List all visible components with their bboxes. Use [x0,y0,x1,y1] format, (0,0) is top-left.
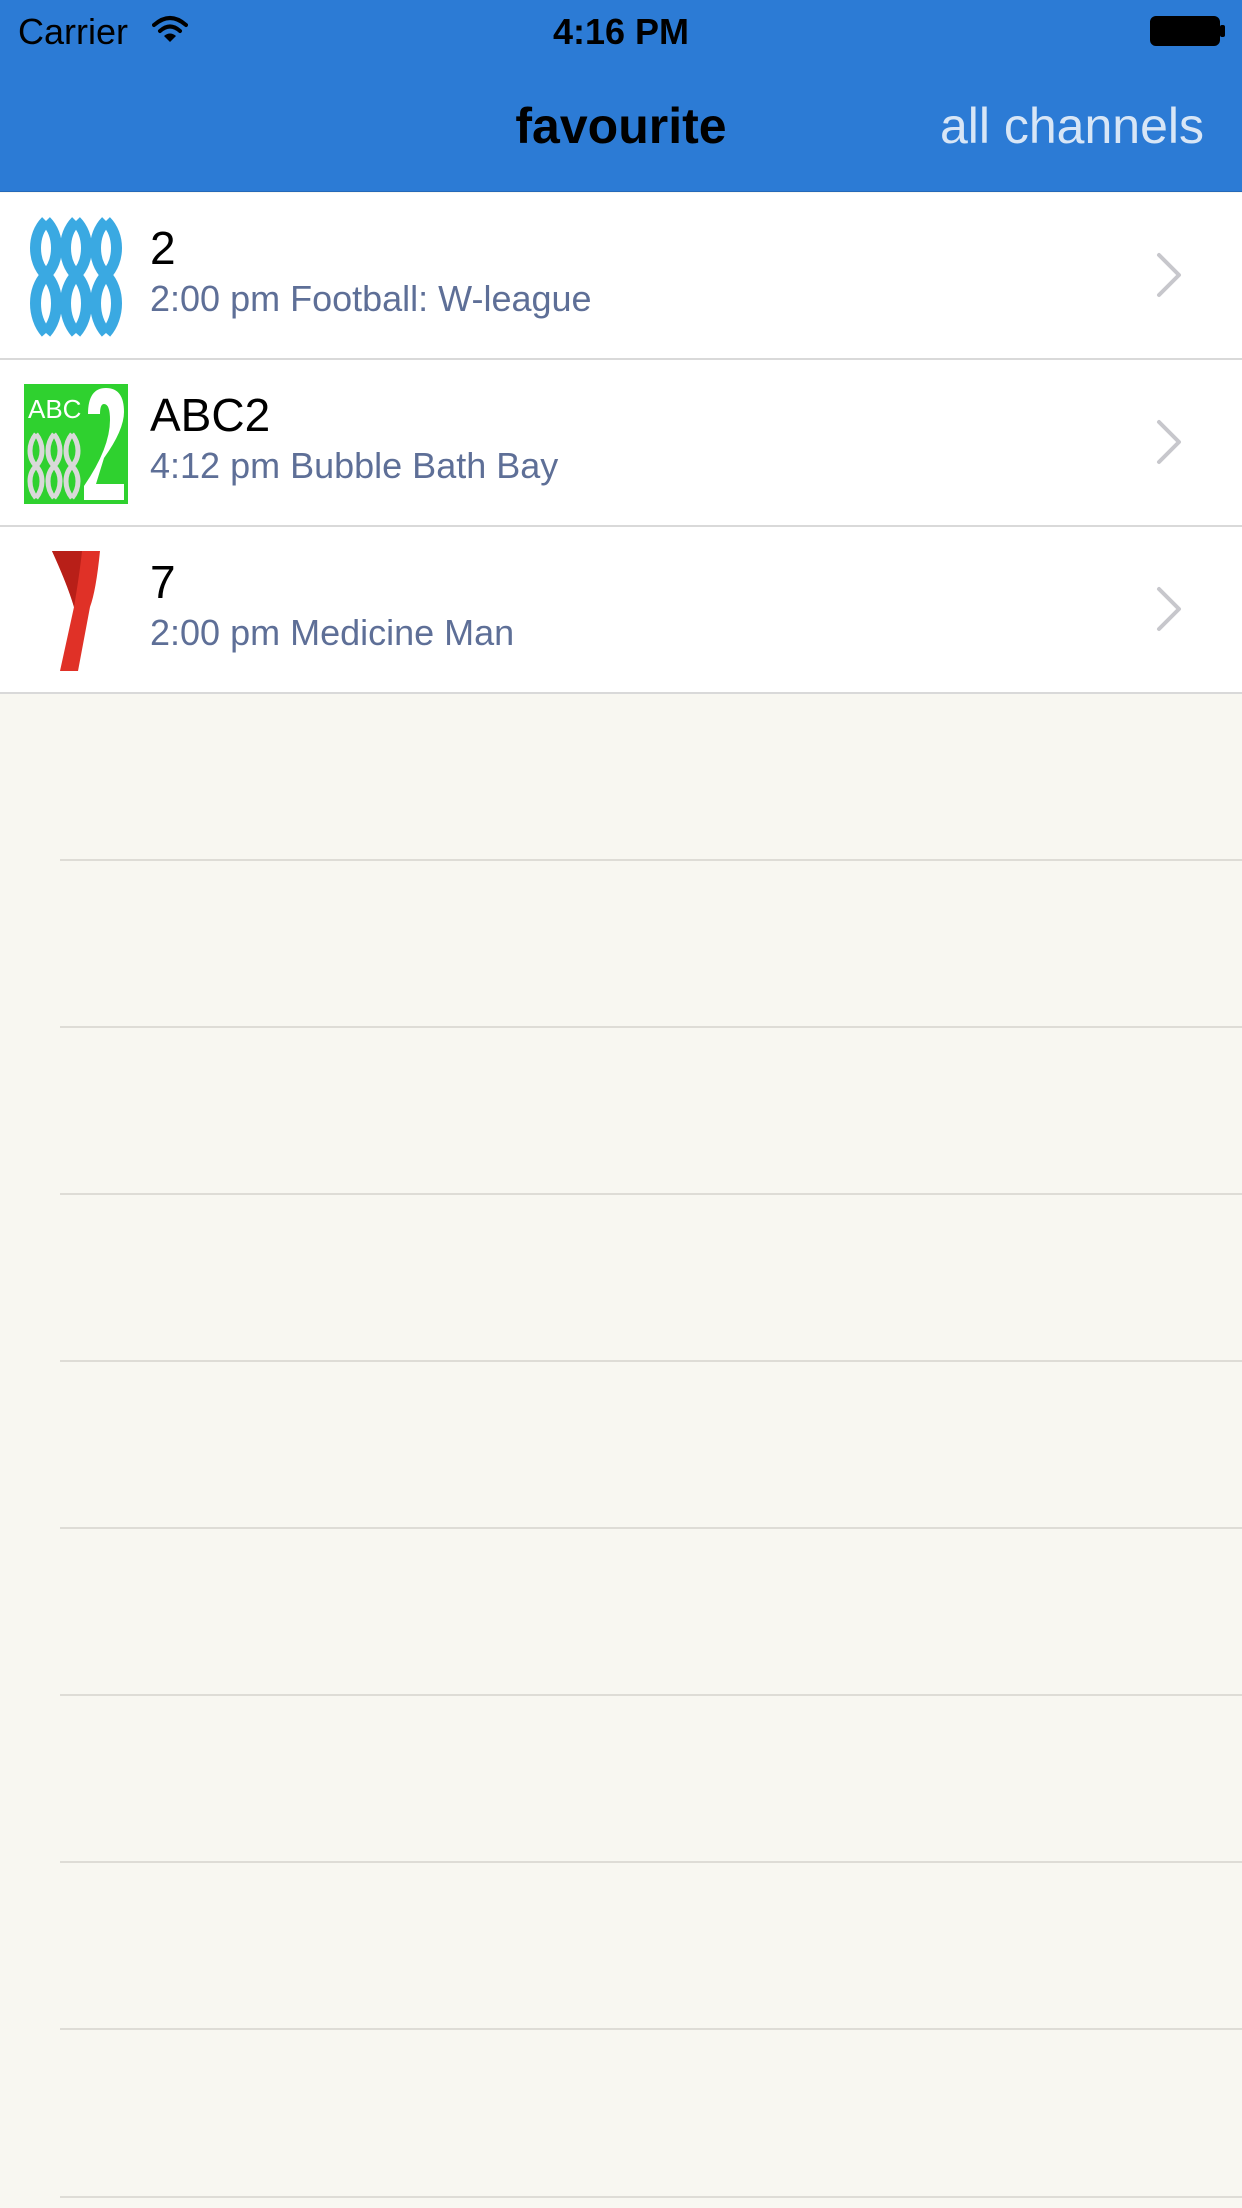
empty-row-separator [60,1193,1242,1195]
chevron-right-icon [1157,253,1181,297]
channel-row[interactable]: 7 2:00 pm Medicine Man [0,527,1242,694]
empty-row-separator [60,1026,1242,1028]
channel-row[interactable]: ABC ABC2 4:12 pm Bubble Bath Bay [0,360,1242,527]
channel-list: 2 2:00 pm Football: W-league ABC ABC2 4:… [0,193,1242,694]
empty-row-separator [60,1527,1242,1529]
channel-name: 2 [150,222,176,274]
channel-name: 7 [150,556,176,608]
empty-row-separator [60,859,1242,861]
channel-name: ABC2 [150,389,271,441]
navigation-bar: favourite all channels [0,62,1242,192]
header: Carrier 4:16 PM favourite all channels [0,0,1242,192]
battery-full-icon [1150,16,1225,46]
chevron-right-icon [1157,420,1181,464]
abc2-logo-icon: ABC [24,384,128,504]
app-screen: Carrier 4:16 PM favourite all channels 2… [0,0,1242,2208]
empty-row-separator [60,2028,1242,2030]
status-time: 4:16 PM [552,11,690,52]
empty-row-separator [60,2196,1242,2198]
empty-row-separator [60,1861,1242,1863]
status-bar: Carrier 4:16 PM [0,0,1242,62]
svg-text:ABC: ABC [28,394,81,424]
empty-row-separator [60,1694,1242,1696]
channel-program: 2:00 pm Football: W-league [150,278,592,319]
channel-program: 2:00 pm Medicine Man [150,612,515,653]
seven-logo-icon [52,551,100,671]
channel-program: 4:12 pm Bubble Bath Bay [150,445,559,486]
abc-logo-icon [30,217,122,337]
empty-row-separator [60,1360,1242,1362]
channel-row[interactable]: 2 2:00 pm Football: W-league [0,193,1242,360]
chevron-right-icon [1157,587,1181,631]
all-channels-button[interactable]: all channels [940,98,1204,154]
